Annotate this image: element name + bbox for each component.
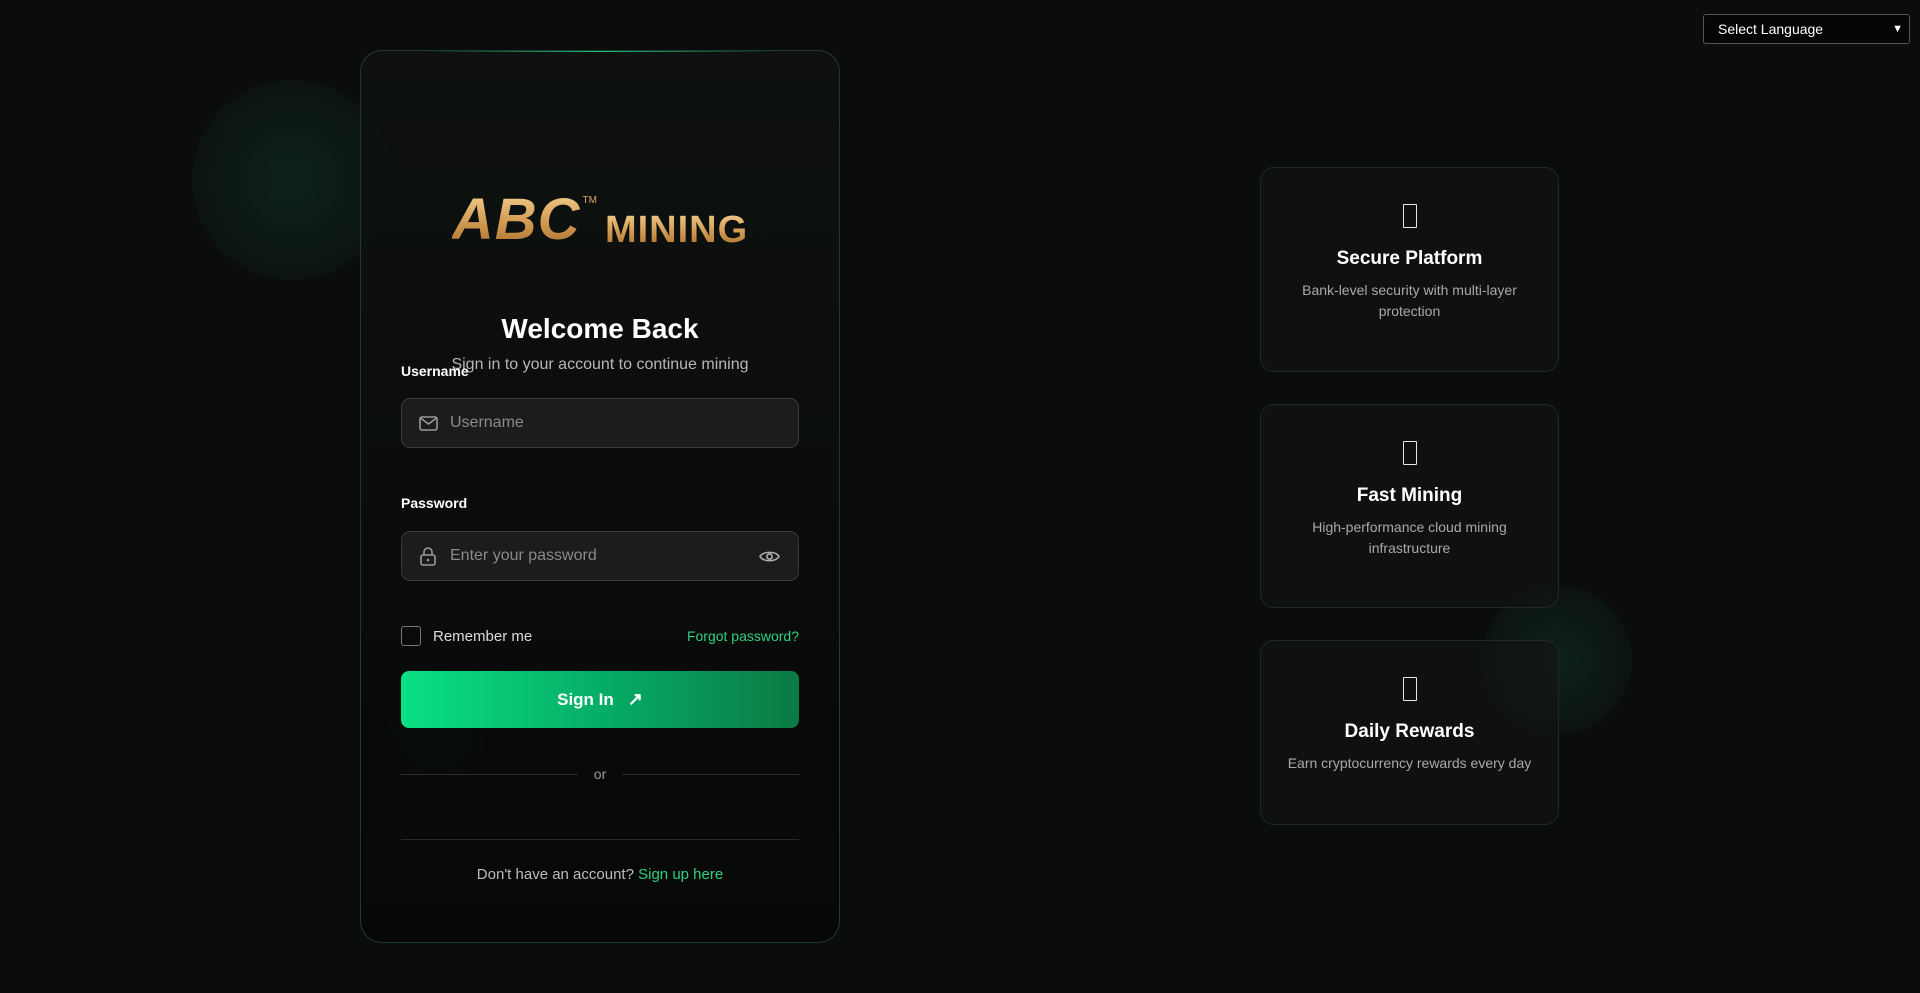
forgot-password-link[interactable]: Forgot password? [687, 628, 799, 644]
divider-line [401, 773, 578, 775]
username-field-container [401, 398, 799, 448]
feature-title: Fast Mining [1356, 485, 1463, 506]
chevron-down-icon: ▼ [1892, 23, 1903, 35]
language-select[interactable]: Select Language ▼ [1703, 14, 1910, 44]
username-input[interactable] [450, 414, 798, 432]
feature-title: Daily Rewards [1344, 721, 1475, 742]
remember-me-row: Remember me [401, 626, 532, 646]
feature-card-rewards: Daily Rewards Earn cryptocurrency reward… [1260, 640, 1559, 825]
arrow-up-right-icon: ↗ [627, 689, 643, 709]
separator-line [401, 839, 799, 840]
lock-icon [418, 546, 438, 566]
password-field-container [401, 531, 799, 581]
password-label: Password [401, 495, 468, 511]
password-input[interactable] [450, 547, 758, 565]
no-account-text: Don't have an account? [476, 866, 634, 883]
language-select-value: Select Language [1718, 21, 1824, 37]
logo-main-text: ABC [451, 187, 581, 252]
sign-in-button[interactable]: Sign In ↗ [401, 671, 799, 728]
sign-up-link[interactable]: Sign up here [638, 866, 723, 883]
username-label: Username [401, 363, 469, 379]
eye-icon[interactable] [758, 545, 780, 567]
feature-description: Bank-level security with multi-layer pro… [1302, 282, 1517, 319]
page-title: Welcome Back [501, 313, 699, 344]
divider-text: or [593, 766, 607, 782]
sign-in-label: Sign In [557, 689, 614, 709]
logo-trademark: TM [582, 195, 597, 206]
signup-prompt: Don't have an account? Sign up here [361, 866, 839, 883]
shield-icon [1402, 204, 1417, 228]
logo-sub-text: MINING [604, 209, 749, 251]
remember-me-label[interactable]: Remember me [433, 628, 532, 645]
divider-line [622, 773, 800, 775]
feature-card-secure: Secure Platform Bank-level security with… [1260, 167, 1559, 372]
gift-icon [1402, 677, 1417, 701]
or-divider: or [401, 764, 800, 784]
feature-description: Earn cryptocurrency rewards every day [1287, 755, 1532, 771]
brand-logo: ABC TM MINING [361, 187, 839, 252]
feature-description: High-performance cloud mining infrastruc… [1312, 519, 1507, 556]
envelope-icon [418, 413, 438, 433]
feature-card-fast: Fast Mining High-performance cloud minin… [1260, 404, 1559, 608]
login-card: ABC TM MINING Welcome Back Sign in to yo… [360, 50, 840, 943]
feature-title: Secure Platform [1336, 248, 1483, 269]
bolt-icon [1402, 441, 1417, 465]
remember-me-checkbox[interactable] [401, 626, 421, 646]
